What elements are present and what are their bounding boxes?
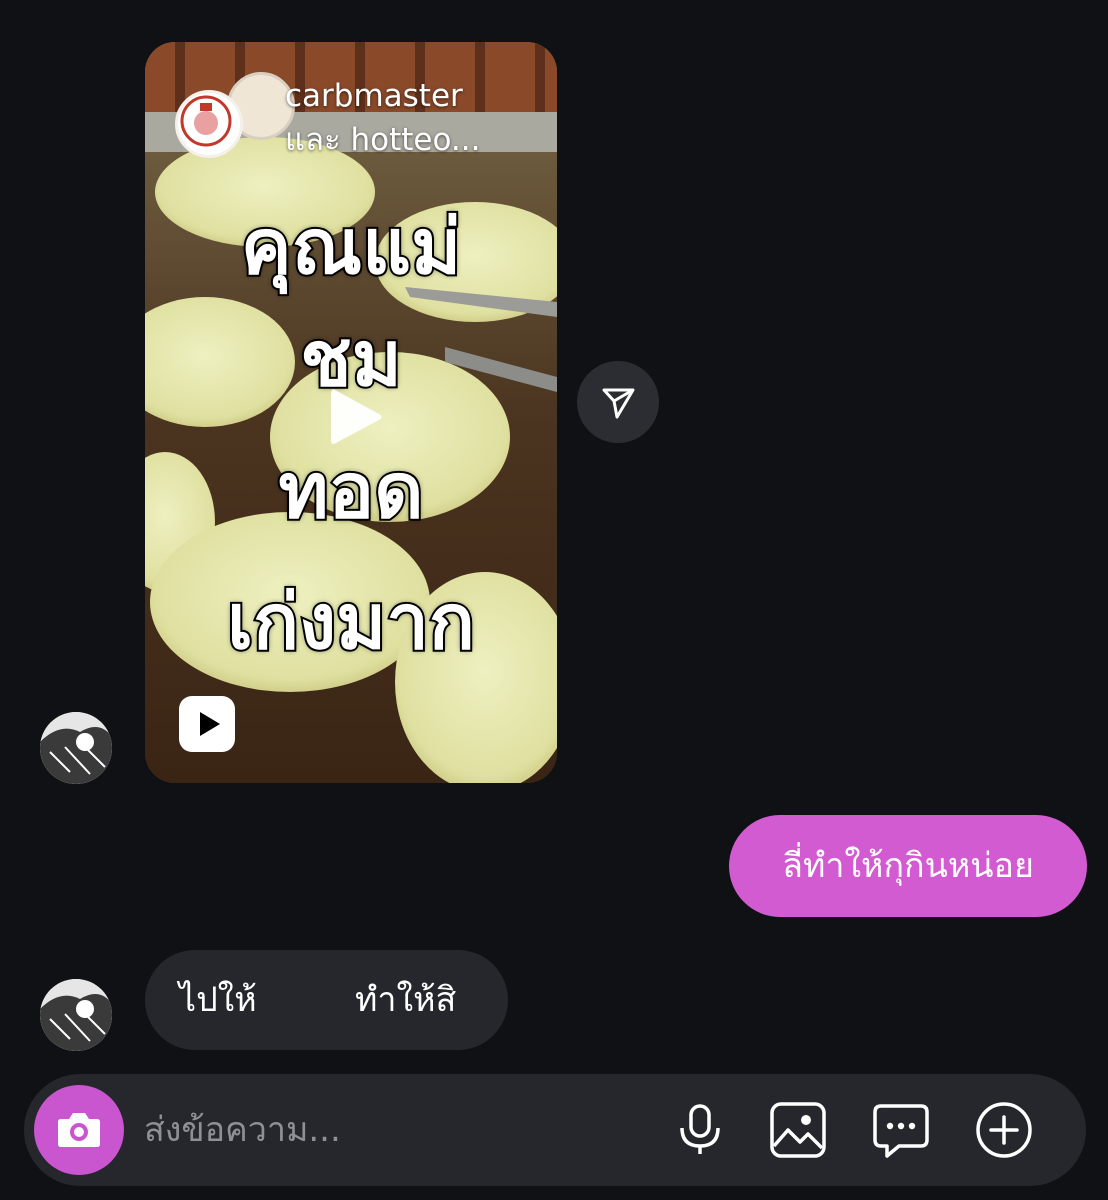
paper-plane-icon	[602, 388, 635, 419]
play-icon[interactable]	[317, 382, 387, 452]
camera-icon	[58, 1113, 100, 1147]
reel-caption-line-4: เก่งมาก	[225, 575, 477, 668]
incoming-message[interactable]: ไปให้ ทำให้สิ	[145, 950, 508, 1050]
camera-button[interactable]	[34, 1085, 124, 1175]
message-input[interactable]	[144, 1074, 644, 1186]
manga-avatar	[40, 979, 112, 1051]
reel-owner-name[interactable]: carbmaster	[285, 74, 463, 118]
sender-avatar[interactable]	[40, 712, 112, 784]
reels-icon	[179, 696, 235, 752]
microphone-icon[interactable]	[670, 1100, 730, 1160]
message-composer	[24, 1074, 1086, 1186]
image-icon[interactable]	[768, 1100, 828, 1160]
shared-reel-card[interactable]: carbmaster และ hotteo... คุณแม่ ชม ทอด เ…	[145, 42, 557, 783]
reel-collaborators[interactable]: และ hotteo...	[285, 118, 480, 162]
share-button[interactable]	[577, 361, 659, 443]
incoming-message-part-2: ทำให้สิ	[355, 980, 457, 1020]
bakery-logo	[180, 95, 232, 147]
plus-circle-icon[interactable]	[974, 1100, 1034, 1160]
reel-caption-line-1: คุณแม่	[239, 200, 463, 293]
outgoing-message[interactable]: ลี่ทำให้กุกินหน่อย	[729, 815, 1087, 917]
reel-caption-line-3: ทอด	[276, 444, 425, 537]
incoming-message-part-1: ไปให้	[179, 980, 257, 1020]
sender-avatar[interactable]	[40, 979, 112, 1051]
manga-avatar	[40, 712, 112, 784]
chat-bubble-icon[interactable]	[871, 1100, 931, 1160]
owner-avatar[interactable]	[175, 90, 243, 158]
